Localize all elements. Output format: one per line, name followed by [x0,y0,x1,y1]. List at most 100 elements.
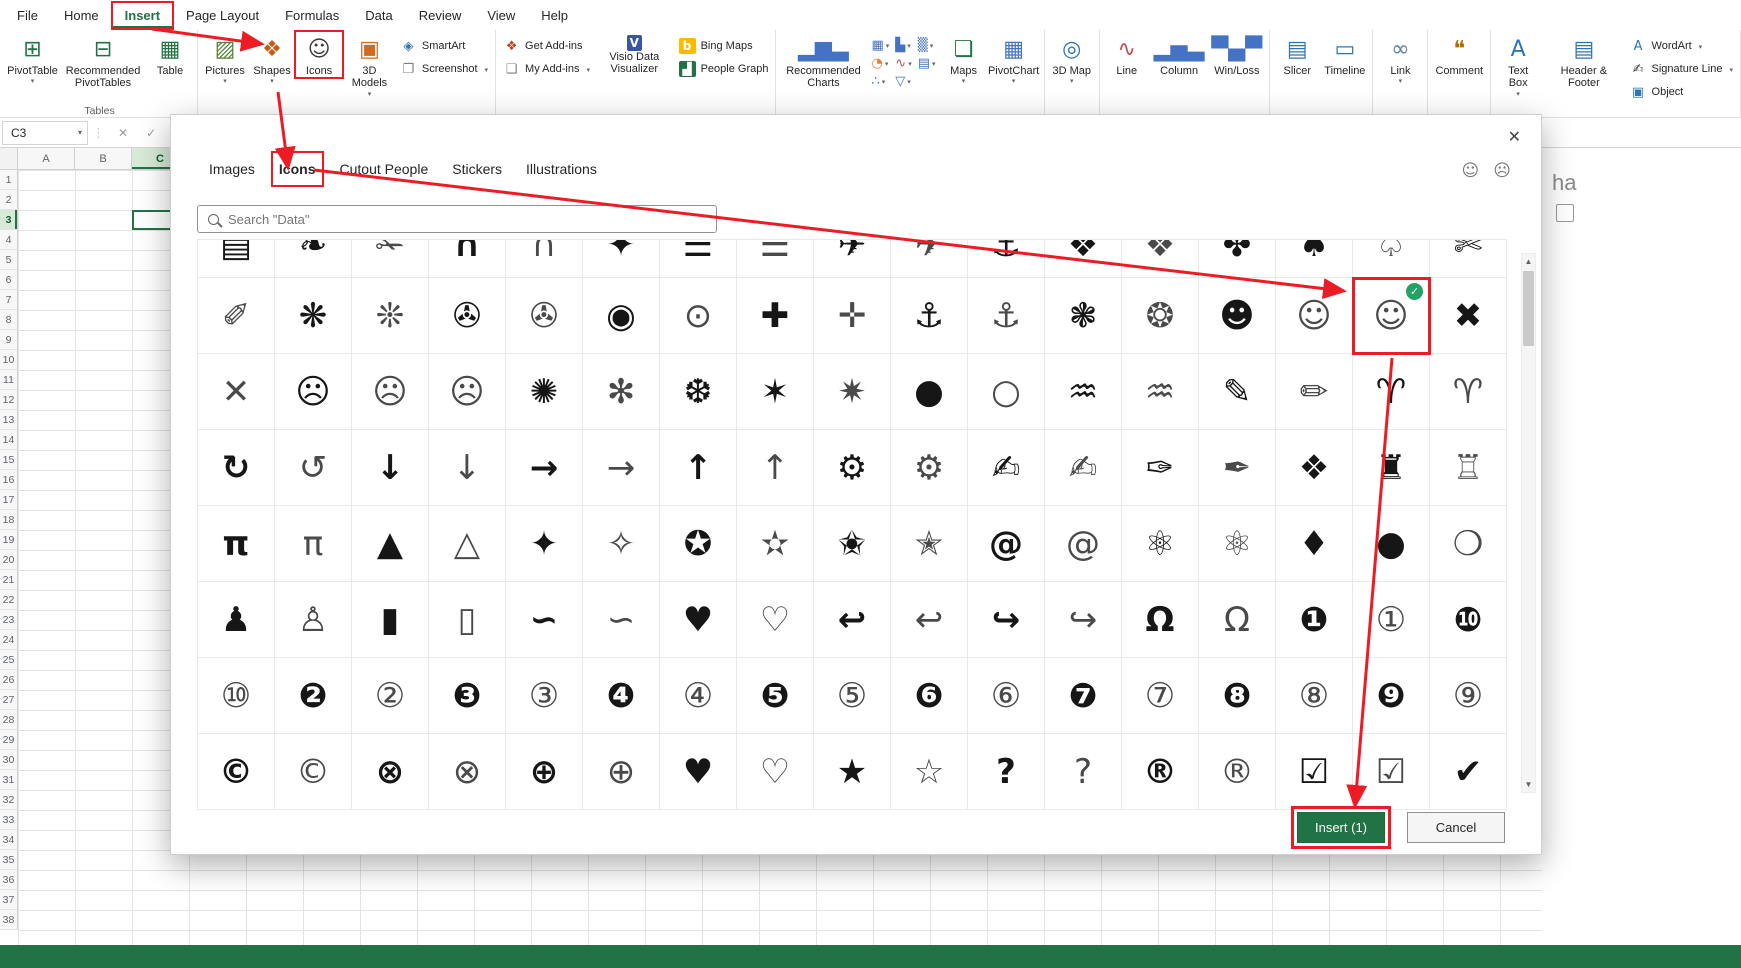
icon-multiply-circle-filled[interactable]: ⊗ [352,734,429,810]
icon-ornament-outline[interactable]: ❖ [1122,240,1199,278]
icon-athlete-outline[interactable]: ✧ [583,506,660,582]
ribbon-tab-file[interactable]: File [4,2,51,29]
icon-registered-outline[interactable]: ® [1199,734,1276,810]
ribbon-button-sparkline-column[interactable]: ▂▅▃Column [1151,32,1208,77]
ribbon-button-scatter-chart[interactable]: ∴▾ [871,74,889,89]
icon-copyright-outline[interactable]: © [275,734,352,810]
icon-question-circle-filled[interactable]: ? [968,734,1045,810]
select-all-corner[interactable] [0,148,18,169]
icon-plus-circle-filled[interactable]: ⊕ [506,734,583,810]
row-header-31[interactable]: 31 [0,770,18,790]
icon-apple-outline[interactable]: ○ [968,354,1045,430]
icon-number-5-badge-outline[interactable]: ⑤ [814,658,891,734]
icon-verified-badge-outline[interactable]: ☑ [1353,734,1430,810]
dialog-scrollbar[interactable]: ▲ ▼ [1521,253,1536,793]
row-header-8[interactable]: 8 [0,310,18,330]
icon-arrow-up-outline[interactable]: ↑ [737,430,814,506]
icon-coral-filled[interactable]: ❃ [1045,278,1122,354]
icon-checkmark-filled[interactable]: ✔ [1430,734,1507,810]
icon-number-8-badge-outline[interactable]: ⑧ [1276,658,1353,734]
ribbon-button-sparkline-win-loss[interactable]: ▀▄▀Win/Loss [1209,32,1266,77]
icon-forward-arrow-filled[interactable]: ↪ [968,582,1045,658]
icon-shield-outline[interactable]: ♤ [1353,240,1430,278]
icon-heart-filled[interactable]: ♥ [660,734,737,810]
ribbon-button-wordart[interactable]: AWordArt▾ [1627,37,1736,55]
icon-number-4-badge-filled[interactable]: ❹ [583,658,660,734]
row-header-16[interactable]: 16 [0,470,18,490]
search-input[interactable] [228,212,716,227]
row-header-9[interactable]: 9 [0,330,18,350]
cancel-entry-icon[interactable]: ✕ [109,126,137,140]
row-header-38[interactable]: 38 [0,910,18,930]
icon-pagoda-filled[interactable]: ♜ [1353,430,1430,506]
row-header-12[interactable]: 12 [0,390,18,410]
icon-artist-2-filled[interactable]: ✑ [1122,430,1199,506]
icon-number-10-badge-filled[interactable]: ❿ [1430,582,1507,658]
icon-back-arrow-outline[interactable]: ↩ [891,582,968,658]
ribbon-button-object[interactable]: ▣Object [1627,83,1736,101]
icon-artist-filled[interactable]: ✍ [968,430,1045,506]
icon-registered-filled[interactable]: ® [1122,734,1199,810]
ribbon-button-maps[interactable]: ❏Maps▾ [941,32,987,86]
column-header-a[interactable]: A [18,148,75,169]
ribbon-button-visio-data-visualizer[interactable]: VVisio Data Visualizer [594,32,675,76]
ribbon-button-pie-chart[interactable]: ◔▾ [871,56,889,71]
row-header-7[interactable]: 7 [0,290,18,310]
row-header-30[interactable]: 30 [0,750,18,770]
icon-forward-arrow-outline[interactable]: ↪ [1045,582,1122,658]
ribbon-button-get-add-ins[interactable]: ❖Get Add-ins [500,37,593,55]
ribbon-button-table[interactable]: ▦Table [147,32,193,77]
scrollbar-up-icon[interactable]: ▲ [1522,254,1535,269]
row-header-21[interactable]: 21 [0,570,18,590]
icon-crawling-baby-filled[interactable]: ∽ [506,582,583,658]
icon-antarctica-filled[interactable]: ❆ [660,354,737,430]
icon-pin-outline[interactable]: ✁ [352,240,429,278]
ribbon-button-pivottable[interactable]: ⊞PivotTable▾ [6,32,59,86]
icon-circular-arrows-outline[interactable]: ↺ [275,430,352,506]
ribbon-button-sparkline-line[interactable]: ∿Line [1104,32,1150,77]
icon-plus-circle-outline[interactable]: ⊕ [583,734,660,810]
ribbon-button-waterfall-chart[interactable]: ▒▾ [918,38,936,53]
icon-bridge-outline[interactable]: ∩ [506,240,583,278]
row-header-35[interactable]: 35 [0,850,18,870]
icon-number-3-badge-filled[interactable]: ❸ [429,658,506,734]
icon-button-filled[interactable]: ◉ [583,278,660,354]
icon-multiply-circle-outline[interactable]: ⊗ [429,734,506,810]
icon-aries-filled[interactable]: ♈ [1353,354,1430,430]
row-header-17[interactable]: 17 [0,490,18,510]
insert-button[interactable]: Insert (1) [1297,812,1385,843]
dialog-tab-illustrations[interactable]: Illustrations [522,155,601,183]
icon-artist-2-outline[interactable]: ✒ [1199,430,1276,506]
cancel-button[interactable]: Cancel [1407,812,1505,843]
icon-smiling-face-selected[interactable]: ☺✓ [1353,278,1430,354]
feedback-negative-icon[interactable]: ☹ [1493,161,1511,181]
row-header-19[interactable]: 19 [0,530,18,550]
icon-heart-outline[interactable]: ♡ [737,734,814,810]
icon-field-outline[interactable]: ☰ [737,240,814,278]
row-header-10[interactable]: 10 [0,350,18,370]
ribbon-button-recommended-pivottables[interactable]: ⊟Recommended PivotTables [60,32,146,90]
icon-architecture-filled[interactable]: ✎ [1199,354,1276,430]
search-box[interactable] [197,205,717,233]
row-header-11[interactable]: 11 [0,370,18,390]
icon-backpack-outline[interactable]: Ω [1199,582,1276,658]
ribbon-tab-home[interactable]: Home [51,2,112,29]
ribbon-tab-help[interactable]: Help [528,2,581,29]
ribbon-button-comment[interactable]: ❝Comment [1432,32,1486,77]
icon-smiling-face-halo-filled[interactable]: ☻ [1199,278,1276,354]
icon-question-circle-outline[interactable]: ? [1045,734,1122,810]
ribbon-button-shapes[interactable]: ❖Shapes▾ [249,32,295,86]
icon-verified-badge-filled[interactable]: ☑ [1276,734,1353,810]
row-header-22[interactable]: 22 [0,590,18,610]
icon-baby-outline[interactable]: ♙ [275,582,352,658]
icon-aperture-outline[interactable]: ✷ [814,354,891,430]
icon-number-7-badge-filled[interactable]: ❼ [1045,658,1122,734]
icon-leaf-filled[interactable]: ❧ [275,240,352,278]
icon-astronaut-outline[interactable]: ✫ [737,506,814,582]
icon-baby-bottle-filled[interactable]: ▮ [352,582,429,658]
ribbon-button-icons[interactable]: ☺Icons [296,32,342,77]
icon-shears-filled[interactable]: ✄ [1430,240,1507,278]
icon-ambulance-outline[interactable]: ✛ [814,278,891,354]
ribbon-tab-insert[interactable]: Insert [112,2,173,29]
icon-artificial-intelligence-head-outline[interactable]: ⚙ [891,430,968,506]
